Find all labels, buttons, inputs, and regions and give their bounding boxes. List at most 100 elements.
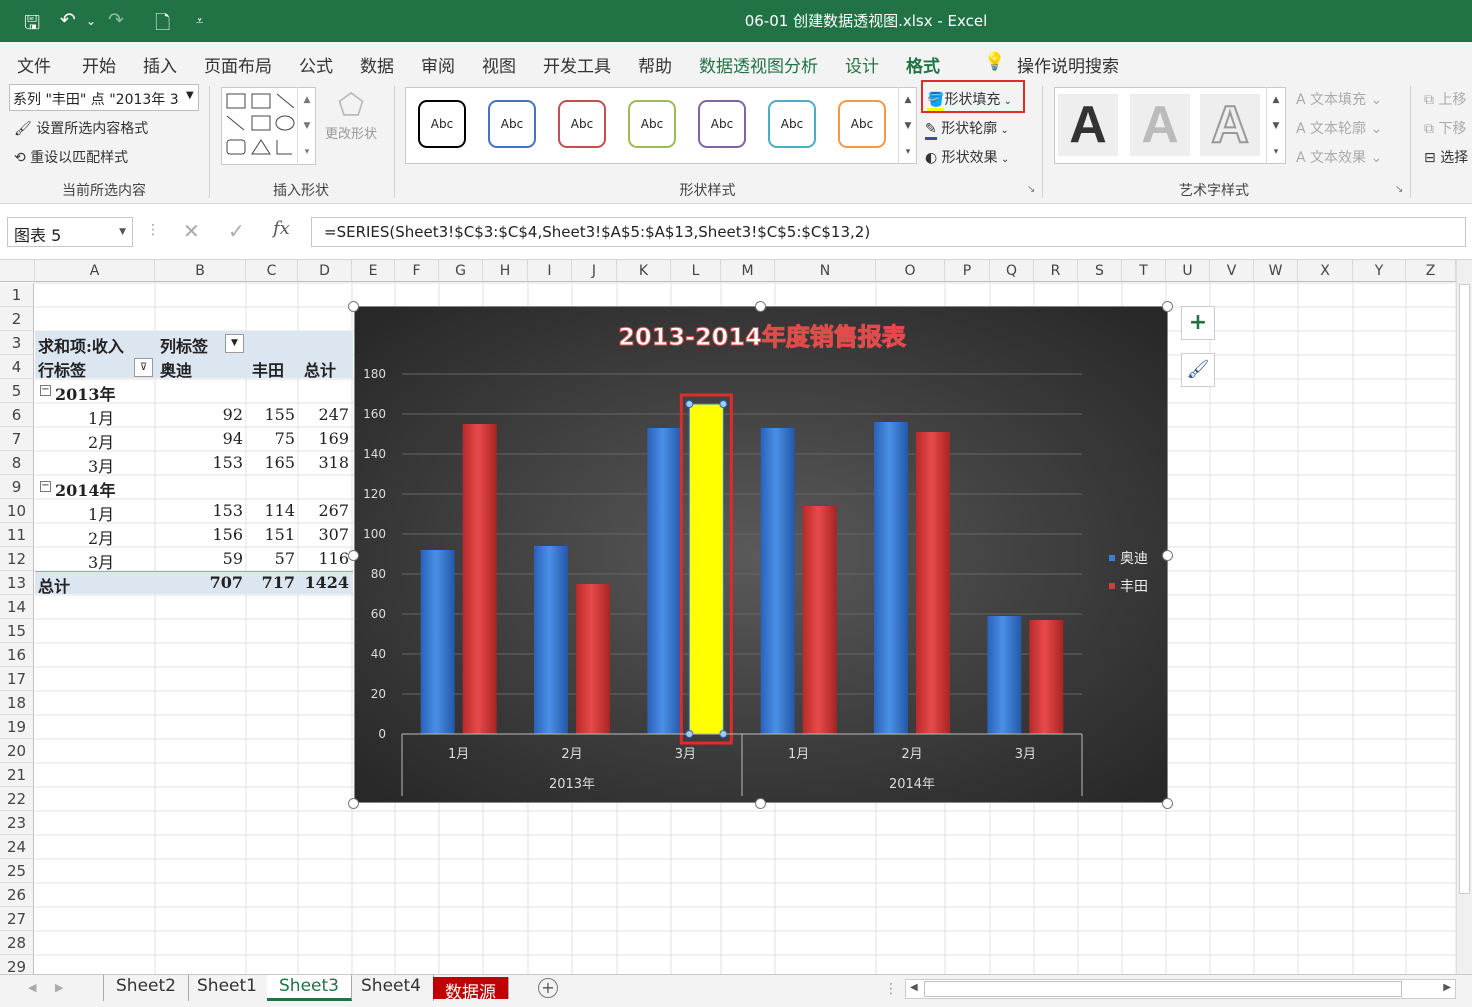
bring-forward-button[interactable]: ⧉ 上移 (1424, 89, 1466, 109)
scroll-right-icon[interactable]: ▶ (55, 981, 63, 994)
column-header[interactable]: G (439, 260, 483, 282)
shape-style-black[interactable]: Abc (418, 100, 466, 148)
row-header[interactable]: 25 (0, 859, 34, 883)
tab-design[interactable]: 设计 (845, 52, 879, 77)
row-header[interactable]: 23 (0, 811, 34, 835)
tab-formulas[interactable]: 公式 (299, 52, 333, 77)
row-header[interactable]: 24 (0, 835, 34, 859)
scroll-right-icon[interactable]: ▶ (1443, 982, 1451, 993)
tab-developer[interactable]: 开发工具 (543, 52, 611, 77)
shape-effects-button[interactable]: ◐ 形状效果 ⌄ (925, 147, 1009, 167)
row-header[interactable]: 28 (0, 931, 34, 955)
row-header[interactable]: 8 (0, 451, 34, 475)
row-header[interactable]: 6 (0, 403, 34, 427)
shape-style-blue[interactable]: Abc (488, 100, 536, 148)
sheet-tab-sheet1[interactable]: Sheet1 (185, 975, 270, 1001)
horizontal-scroll-thumb[interactable] (924, 981, 1402, 997)
row-header[interactable]: 20 (0, 739, 34, 763)
column-header[interactable]: Z (1406, 260, 1456, 282)
column-filter-button[interactable]: ▼ (225, 334, 244, 353)
sheet-tab-sheet2[interactable]: Sheet2 (103, 975, 189, 1001)
scroll-left-icon[interactable]: ◀ (910, 982, 918, 993)
column-header[interactable]: O (876, 260, 945, 282)
tab-home[interactable]: 开始 (82, 52, 116, 77)
column-header[interactable]: C (246, 260, 298, 282)
row-header[interactable]: 21 (0, 763, 34, 787)
column-header[interactable]: Y (1353, 260, 1406, 282)
resize-handle[interactable] (755, 798, 766, 809)
column-header[interactable]: E (352, 260, 395, 282)
row-header[interactable]: 29 (0, 955, 34, 974)
tab-pivotchart-analyze[interactable]: 数据透视图分析 (699, 52, 818, 77)
row-header[interactable]: 11 (0, 523, 34, 547)
insert-function-icon[interactable]: fx (273, 218, 290, 239)
collapse-icon[interactable]: − (40, 481, 51, 492)
row-header[interactable]: 2 (0, 307, 34, 331)
horizontal-scrollbar[interactable]: ◀ ▶ (905, 979, 1456, 999)
column-header[interactable]: I (528, 260, 572, 282)
column-header[interactable]: U (1166, 260, 1210, 282)
tab-page-layout[interactable]: 页面布局 (204, 52, 272, 77)
row-header[interactable]: 14 (0, 595, 34, 619)
text-outline-button[interactable]: A 文本轮廓 ⌄ (1296, 118, 1382, 138)
row-header[interactable]: 5 (0, 379, 34, 403)
row-header[interactable]: 26 (0, 883, 34, 907)
add-sheet-icon[interactable]: + (538, 978, 558, 998)
resize-handle[interactable] (348, 550, 359, 561)
shapes-gallery-scroll[interactable]: ▲ ▼ ▾ (297, 87, 316, 165)
vertical-scrollbar[interactable] (1456, 260, 1472, 974)
row-header[interactable]: 18 (0, 691, 34, 715)
wordart-style-light[interactable]: A (1130, 94, 1190, 156)
tab-format[interactable]: 格式 (906, 52, 940, 87)
wordart-style-dark[interactable]: A (1058, 94, 1118, 156)
row-header[interactable]: 3 (0, 331, 34, 355)
resize-handle[interactable] (348, 301, 359, 312)
row-header[interactable]: 7 (0, 427, 34, 451)
resize-handle[interactable] (755, 301, 766, 312)
tab-review[interactable]: 审阅 (421, 52, 455, 77)
column-header[interactable]: P (945, 260, 990, 282)
sheet-tab-sheet3[interactable]: Sheet3 (267, 975, 352, 1001)
chart-elements-plus-icon[interactable]: + (1181, 306, 1215, 340)
shape-styles-scroll[interactable]: ▲ ▼ ▾ (898, 87, 917, 164)
row-header[interactable]: 22 (0, 787, 34, 811)
text-fill-button[interactable]: A 文本填充 ⌄ (1296, 89, 1382, 109)
cancel-icon[interactable]: ✕ (183, 219, 200, 243)
row-header[interactable]: 1 (0, 283, 34, 307)
formula-input[interactable]: =SERIES(Sheet3!$C$3:$C$4,Sheet3!$A$5:$A$… (311, 217, 1466, 247)
column-header[interactable]: N (775, 260, 876, 282)
pivot-chart[interactable]: 2013-2014年度销售报表 0 20 40 60 80 100 120 140 160 180 1… (354, 306, 1168, 803)
shape-style-green[interactable]: Abc (628, 100, 676, 148)
resize-handle[interactable] (1162, 798, 1173, 809)
tell-me-search[interactable]: 操作说明搜索 (1017, 52, 1119, 77)
format-selection-button[interactable]: 🖌 设置所选内容格式 (14, 118, 148, 138)
chart-styles-brush-icon[interactable]: 🖌 (1181, 353, 1215, 387)
selection-pane-button[interactable]: ⊟ 选择 (1424, 147, 1468, 167)
column-header[interactable]: T (1122, 260, 1166, 282)
row-header[interactable]: 13 (0, 571, 34, 595)
column-header[interactable]: Q (990, 260, 1034, 282)
sheet-tab-data-source[interactable]: 数据源 (433, 977, 509, 1003)
sheet-tab-sheet4[interactable]: Sheet4 (349, 975, 434, 1001)
send-backward-button[interactable]: ⧉ 下移 (1424, 118, 1466, 138)
vertical-scroll-thumb[interactable] (1459, 284, 1470, 894)
column-header[interactable]: L (671, 260, 721, 282)
row-header[interactable]: 12 (0, 547, 34, 571)
shape-style-orange[interactable]: Abc (838, 100, 886, 148)
column-header[interactable]: B (155, 260, 246, 282)
collapse-icon[interactable]: − (40, 385, 51, 396)
row-header[interactable]: 17 (0, 667, 34, 691)
select-all-corner[interactable] (0, 260, 35, 282)
change-shape-button[interactable]: ⬠ 更改形状 (320, 88, 382, 142)
column-header[interactable]: K (617, 260, 671, 282)
row-header[interactable]: 4 (0, 355, 34, 379)
column-header[interactable]: S (1078, 260, 1122, 282)
tab-file[interactable]: 文件 (17, 52, 51, 77)
shape-outline-button[interactable]: ✎ 形状轮廓 ⌄ (925, 118, 1009, 140)
column-header[interactable]: W (1254, 260, 1298, 282)
wordart-gallery-scroll[interactable]: ▲ ▼ ▾ (1266, 87, 1285, 164)
row-header[interactable]: 16 (0, 643, 34, 667)
row-header[interactable]: 10 (0, 499, 34, 523)
row-header[interactable]: 9 (0, 475, 34, 499)
wordart-style-outline[interactable]: A (1200, 94, 1260, 156)
